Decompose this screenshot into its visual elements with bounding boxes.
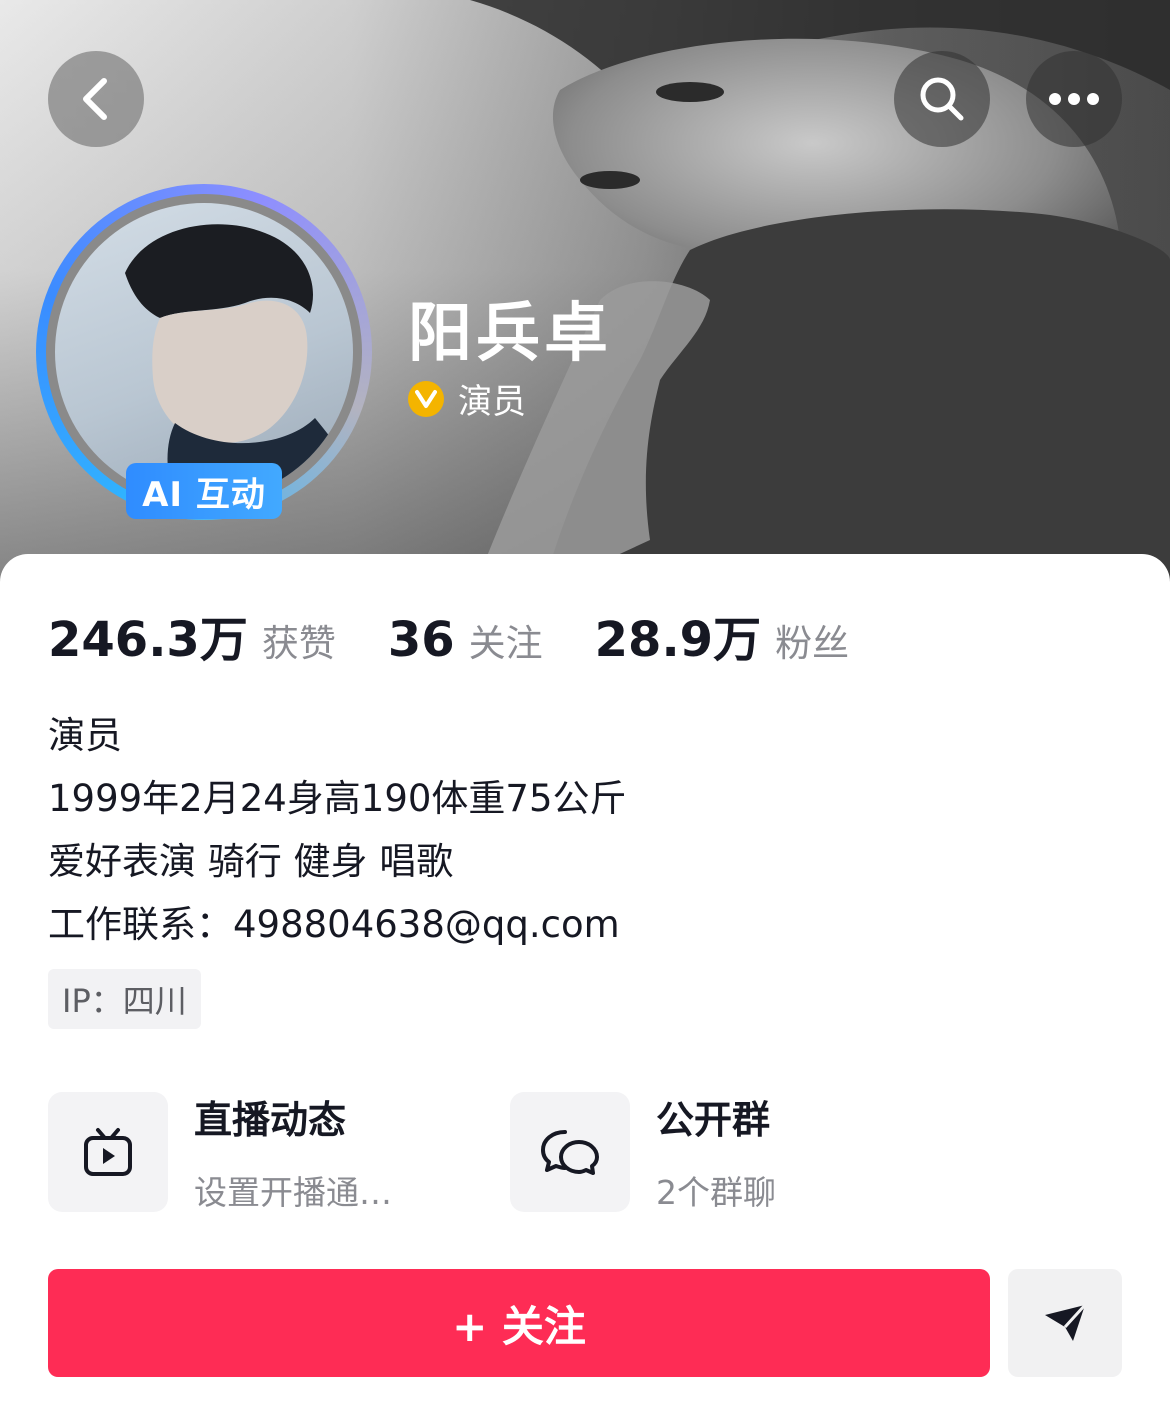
public-group-entry[interactable]: 公开群 2个群聊 [510, 1089, 776, 1214]
bio-text: 演员 1999年2月24身高190体重75公斤 爱好表演 骑行 健身 唱歌 工作… [48, 704, 627, 956]
ip-location-tag: IP：四川 [48, 969, 201, 1029]
verification-label: 演员 [458, 382, 526, 422]
share-button[interactable] [1008, 1269, 1122, 1377]
bio-line: 演员 [48, 714, 122, 757]
stat-likes[interactable]: 246.3万 获赞 [48, 600, 336, 670]
feature-subtitle: 2个群聊 [656, 1173, 776, 1212]
ai-interaction-badge[interactable]: AI 互动 [126, 463, 282, 519]
search-button[interactable] [894, 51, 990, 147]
stat-label: 关注 [468, 622, 543, 665]
bio-line: 1999年2月24身高190体重75公斤 [48, 777, 627, 820]
stat-value: 28.9万 [594, 612, 762, 668]
search-icon [920, 77, 964, 121]
feature-title: 直播动态 [194, 1098, 347, 1142]
stat-value: 246.3万 [48, 612, 248, 668]
bio-line: 工作联系：498804638@qq.com [48, 903, 620, 946]
chevron-left-icon [83, 78, 107, 120]
verification-row: 演员 [408, 374, 526, 423]
stat-label: 获赞 [261, 622, 336, 665]
send-icon [1045, 1303, 1087, 1341]
bio-line: 爱好表演 骑行 健身 唱歌 [48, 840, 454, 883]
chat-bubbles-icon [541, 1129, 599, 1175]
avatar [55, 203, 353, 501]
stats-row: 246.3万 获赞 36 关注 28.9万 粉丝 [48, 600, 901, 670]
stat-following[interactable]: 36 关注 [388, 612, 543, 668]
tv-play-icon [84, 1127, 132, 1176]
stat-value: 36 [387, 612, 455, 668]
profile-name: 阳兵卓 [408, 297, 612, 371]
feature-subtitle: 设置开播通… [194, 1173, 392, 1212]
stat-label: 粉丝 [775, 622, 850, 665]
live-updates-entry[interactable]: 直播动态 设置开播通… [48, 1089, 392, 1214]
feature-title: 公开群 [656, 1098, 771, 1142]
stat-followers[interactable]: 28.9万 粉丝 [595, 600, 849, 670]
follow-button[interactable]: + 关注 [48, 1269, 990, 1377]
back-button[interactable] [48, 51, 144, 147]
verified-v-icon [408, 380, 444, 417]
more-horizontal-icon [1049, 93, 1099, 105]
more-button[interactable] [1026, 51, 1122, 147]
avatar-photo [125, 224, 353, 501]
